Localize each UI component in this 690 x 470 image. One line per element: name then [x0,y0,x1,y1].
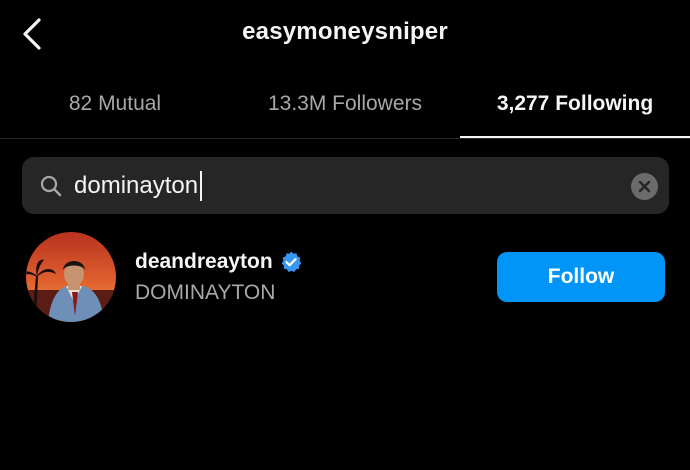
clear-icon [638,180,651,193]
username[interactable]: deandreayton [135,250,273,274]
follow-button[interactable]: Follow [497,252,665,302]
tab-mutual[interactable]: 82 Mutual [0,70,230,138]
active-tab-indicator [460,136,690,138]
verified-badge-icon [281,251,302,272]
search-icon [40,175,62,197]
page-title: easymoneysniper [242,18,448,45]
full-name: DOMINAYTON [135,281,276,304]
clear-search-button[interactable] [631,173,658,200]
header-bar: easymoneysniper [0,0,690,70]
tab-following[interactable]: 3,277 Following [460,70,690,138]
tab-followers[interactable]: 13.3M Followers [230,70,460,138]
username-line: deandreayton [135,250,303,274]
text-cursor [200,170,203,201]
avatar[interactable] [26,232,116,322]
search-input-value: dominayton [74,171,199,199]
tab-bar: 82 Mutual 13.3M Followers 3,277 Followin… [0,70,690,139]
search-input[interactable]: dominayton [74,157,203,214]
search-bar[interactable]: dominayton [22,157,669,214]
